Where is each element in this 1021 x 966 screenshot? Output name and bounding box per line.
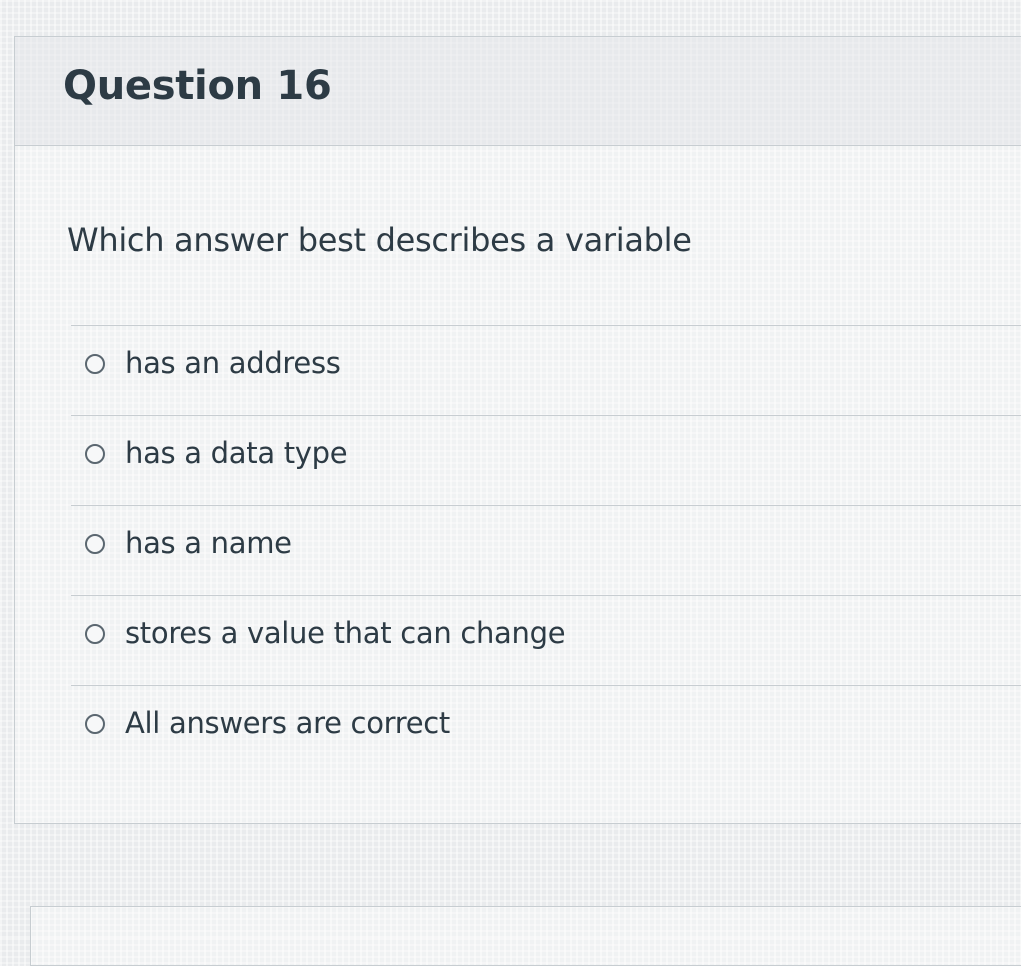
next-question-card [30,906,1021,966]
answer-option-5[interactable]: All answers are correct [71,685,1021,775]
answer-option-1[interactable]: has an address [71,325,1021,415]
radio-button[interactable] [85,624,105,644]
answer-option-3[interactable]: has a name [71,505,1021,595]
radio-button[interactable] [85,714,105,734]
question-title: Question 16 [63,63,332,109]
answer-label: All answers are correct [125,706,451,740]
radio-button[interactable] [85,444,105,464]
radio-button[interactable] [85,534,105,554]
answer-list: has an address has a data type has a nam… [71,325,1021,775]
radio-button[interactable] [85,354,105,374]
answer-label: has an address [125,346,341,380]
question-text: Which answer best describes a variable [67,221,692,259]
answer-label: has a name [125,526,292,560]
answer-label: stores a value that can change [125,616,566,650]
answer-option-4[interactable]: stores a value that can change [71,595,1021,685]
question-header: Question 16 [15,37,1021,146]
question-card: Question 16 Which answer best describes … [14,36,1021,824]
answer-option-2[interactable]: has a data type [71,415,1021,505]
answer-label: has a data type [125,436,348,470]
